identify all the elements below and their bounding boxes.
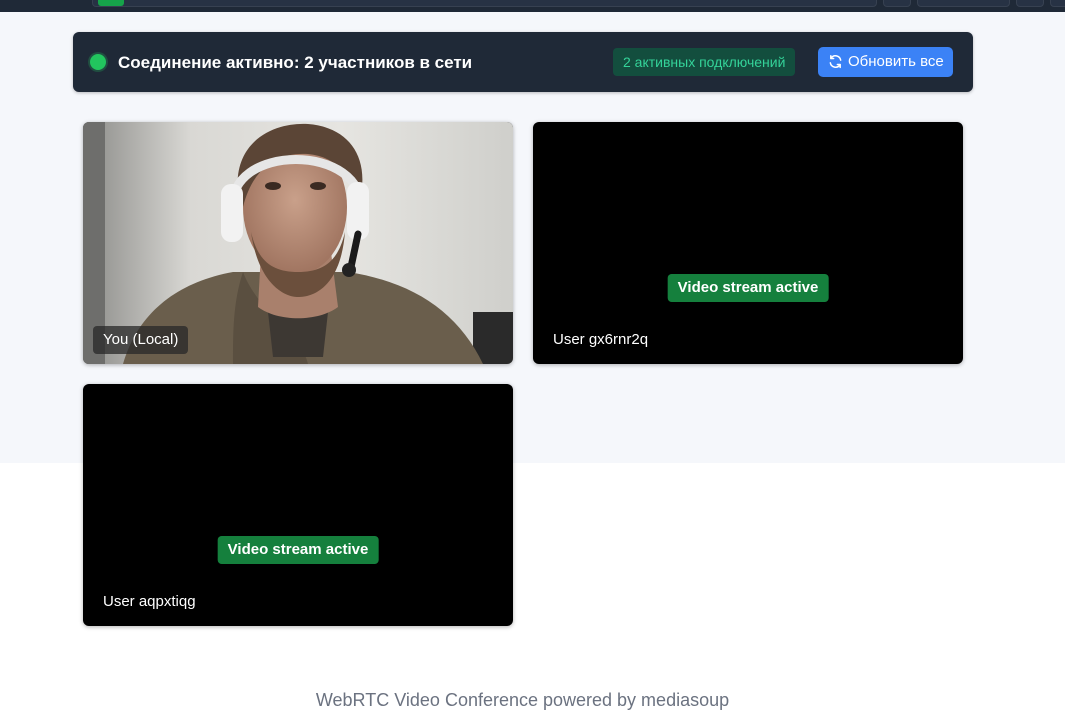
participant-name-label: You (Local)	[93, 326, 189, 354]
header-logo	[98, 0, 124, 6]
participant-name-label: User aqpxtiqg	[103, 593, 196, 610]
header-button[interactable]	[917, 0, 1010, 7]
refresh-button-label: Обновить все	[848, 53, 944, 70]
header-button[interactable]	[883, 0, 911, 7]
video-tile-local[interactable]: You (Local)	[83, 122, 513, 364]
video-stream-status-badge: Video stream active	[217, 536, 379, 564]
footer-text: WebRTC Video Conference powered by media…	[315, 690, 730, 710]
app-header	[0, 0, 1065, 12]
connection-status-bar: Соединение активно: 2 участников в сети …	[73, 32, 973, 92]
status-indicator-icon	[90, 54, 106, 70]
header-button[interactable]	[1050, 0, 1065, 7]
refresh-icon	[828, 50, 843, 80]
header-button[interactable]	[1016, 0, 1044, 7]
header-input[interactable]	[92, 0, 877, 7]
refresh-all-button[interactable]: Обновить все	[818, 47, 953, 77]
participant-name-label: User gx6rnr2q	[553, 331, 649, 348]
connection-status-text: Соединение активно: 2 участников в сети	[118, 53, 473, 72]
video-tile-remote[interactable]: Video stream active User gx6rnr2q	[533, 122, 963, 364]
active-connections-badge: 2 активных подключений	[613, 48, 796, 76]
video-stream-status-badge: Video stream active	[667, 274, 829, 302]
video-tile-remote[interactable]: Video stream active User aqpxtiqg	[83, 384, 513, 626]
